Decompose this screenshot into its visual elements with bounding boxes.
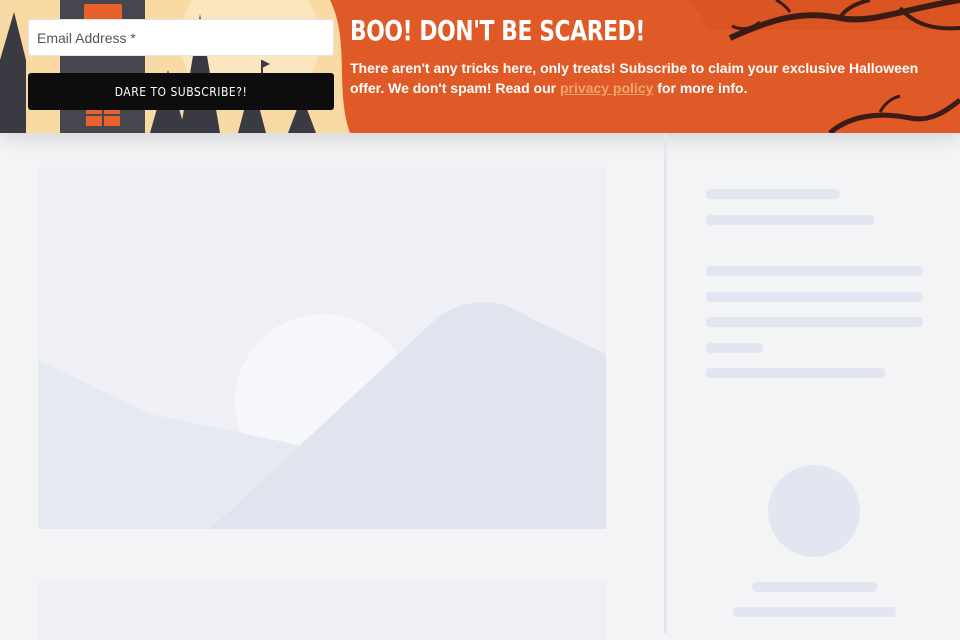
sidebar-text-line-placeholder	[706, 266, 923, 276]
sidebar-heading-placeholder	[706, 189, 840, 199]
image-placeholder	[38, 167, 606, 529]
sidebar-text-line-placeholder	[706, 317, 923, 327]
profile-name-placeholder	[752, 582, 877, 592]
landscape-placeholder-icon	[38, 302, 606, 529]
email-input[interactable]	[28, 19, 334, 56]
sidebar-subheading-placeholder	[706, 215, 874, 225]
content-card-placeholder	[38, 580, 606, 640]
profile-caption-placeholder	[733, 607, 896, 617]
subscribe-button[interactable]: DARE TO SUBSCRIBE?!	[28, 73, 334, 110]
sidebar-text-line-placeholder	[706, 368, 885, 378]
sidebar-text-line-placeholder	[706, 343, 763, 353]
avatar-placeholder	[768, 465, 860, 557]
sidebar-text-line-placeholder	[706, 292, 923, 302]
privacy-policy-link[interactable]: privacy policy	[560, 80, 653, 96]
banner-title: BOO! DON'T BE SCARED!	[350, 14, 645, 47]
newsletter-banner: DARE TO SUBSCRIBE?! BOO! DON'T BE SCARED…	[0, 0, 960, 133]
banner-description-suffix: for more info.	[653, 80, 748, 96]
banner-description: There aren't any tricks here, only treat…	[350, 58, 950, 98]
sidebar-divider	[664, 133, 667, 633]
